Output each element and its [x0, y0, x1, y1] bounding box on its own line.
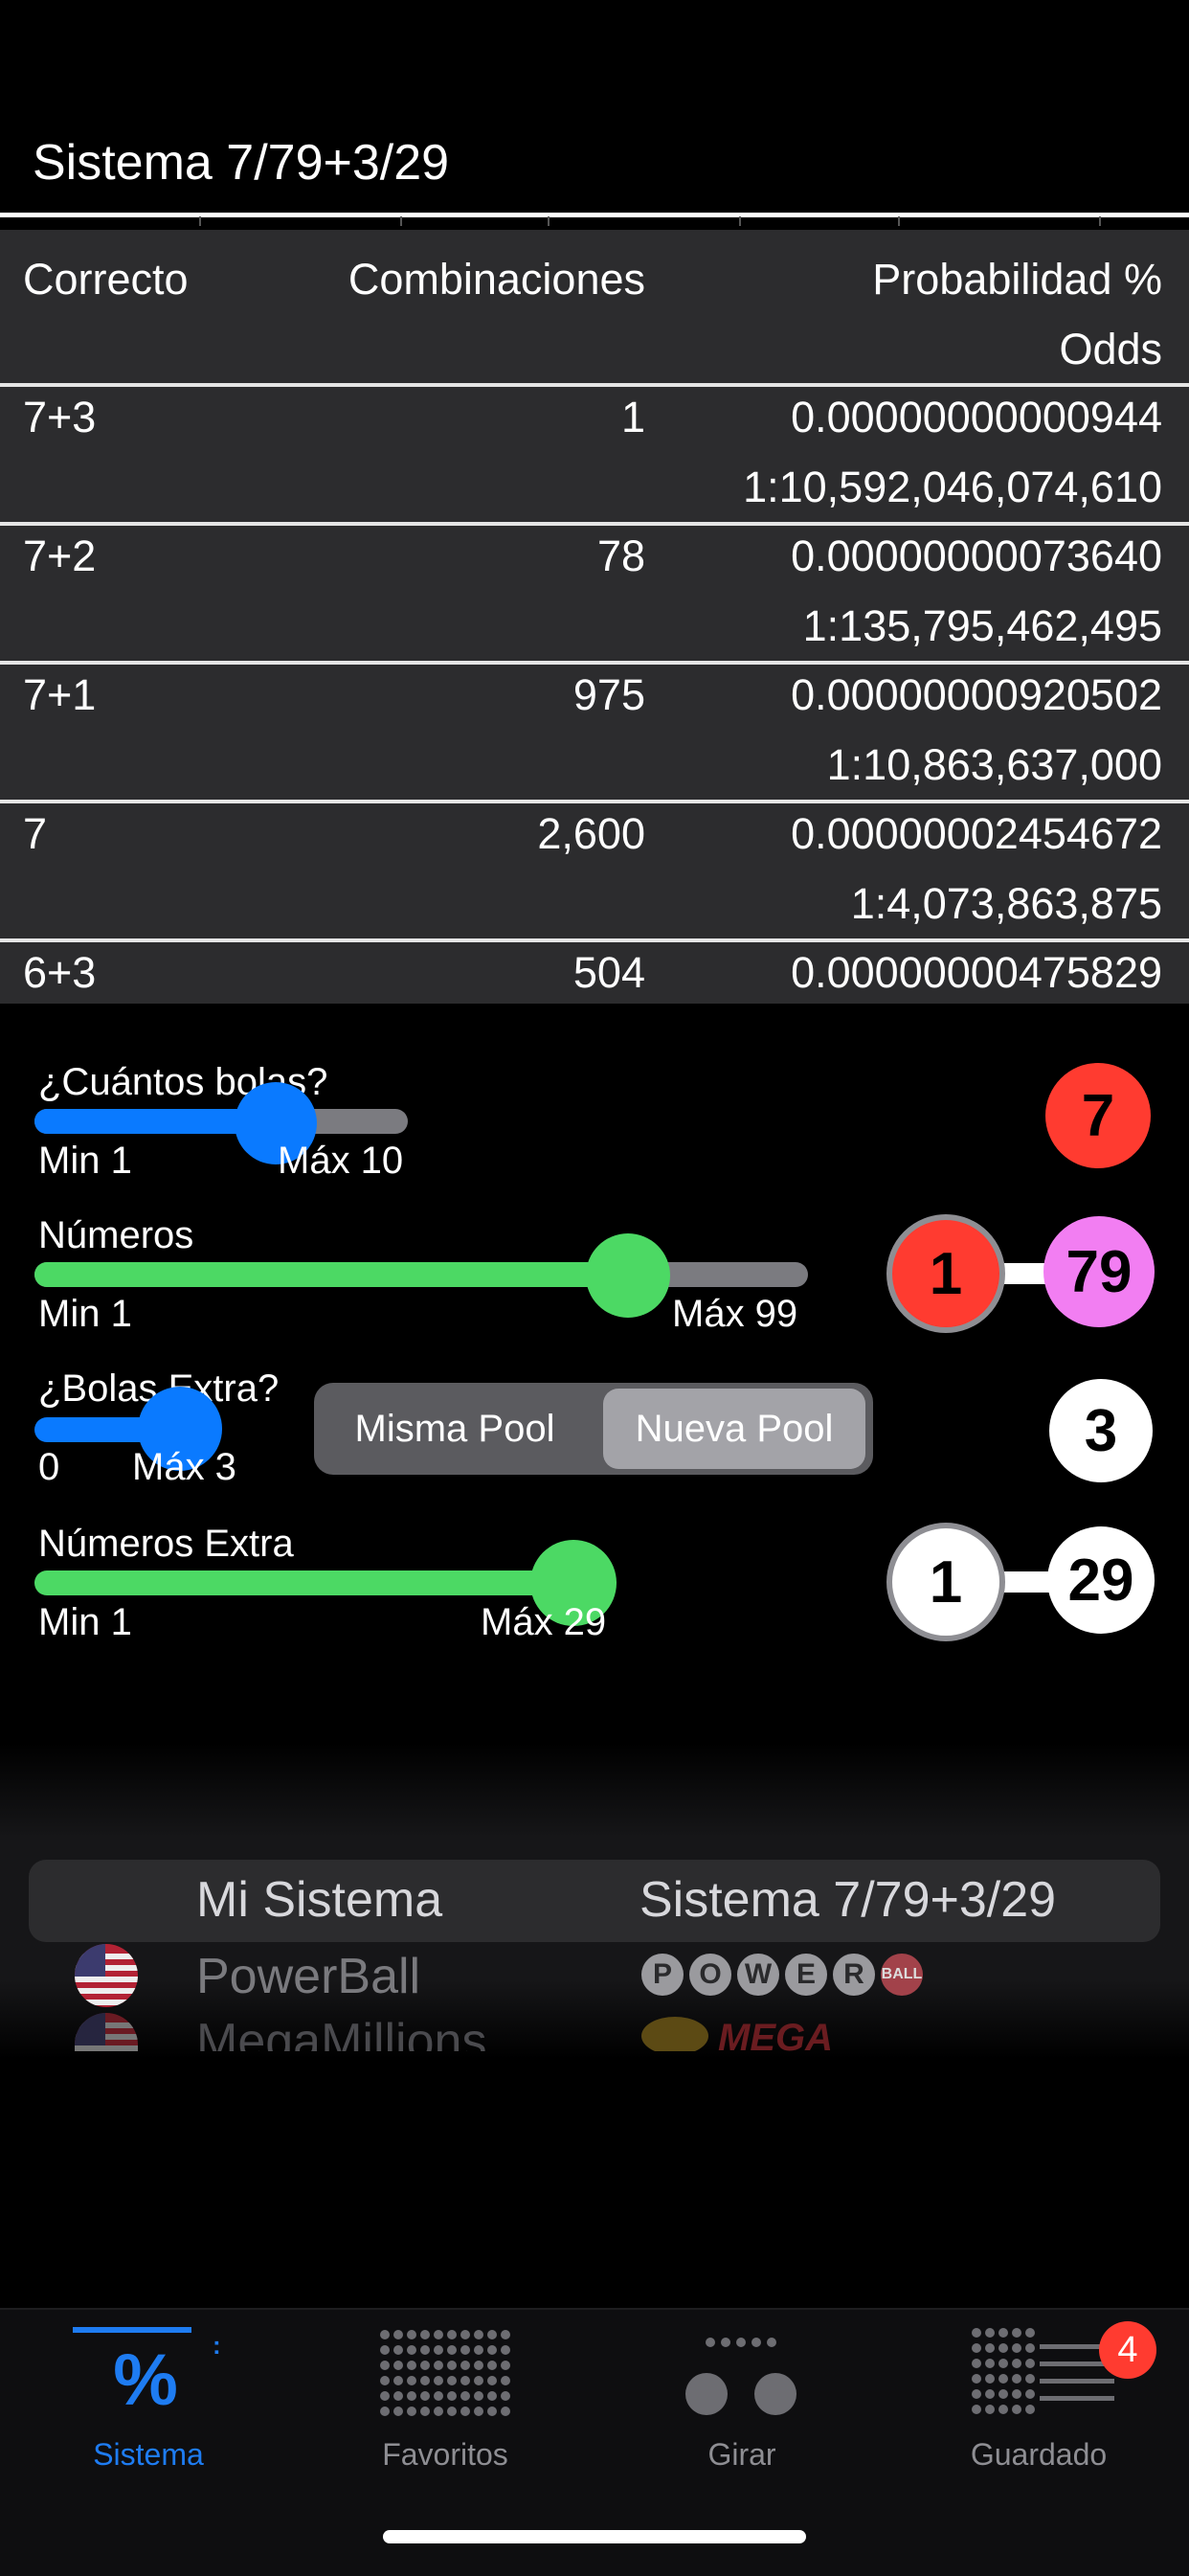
powerball-logo: P O W E R BALL: [641, 1954, 948, 1996]
table-row: 6+3 504 0.00000000475829: [0, 938, 1189, 1004]
extra-numbers-slider-track[interactable]: [34, 1570, 597, 1595]
numbers-slider-min: Min 1: [38, 1293, 132, 1335]
column-header-probability: Probabilidad %: [872, 255, 1162, 304]
segment-new-pool[interactable]: Nueva Pool: [603, 1389, 865, 1469]
cell-correct: 7+1: [23, 670, 97, 719]
cell-odds: 1:135,795,462,495: [802, 601, 1162, 650]
picker-row-clipped[interactable]: MegaMillions: [196, 2013, 579, 2051]
divider-tick: [199, 216, 201, 226]
cell-probability: 0.00000000920502: [791, 670, 1162, 719]
cell-combinations: 504: [572, 948, 645, 997]
table-row: 7+3 1 0.00000000000944 1:10,592,046,074,…: [0, 383, 1189, 523]
us-flag-icon: [75, 1944, 138, 2007]
divider-tick: [548, 216, 550, 226]
megamillions-logo: MEGA: [641, 2017, 948, 2051]
balls-slider-max: Máx 10: [278, 1140, 404, 1182]
table-row: 7+1 975 0.00000000920502 1:10,863,637,00…: [0, 661, 1189, 801]
extra-balls-slider-max: Máx 3: [132, 1446, 236, 1488]
extra-numbers-slider-min: Min 1: [38, 1601, 132, 1643]
megamillions-logo-text: MEGA: [718, 2017, 833, 2051]
picker-row-name[interactable]: Mi Sistema: [196, 1871, 442, 1929]
spin-balls-icon: [685, 2338, 796, 2415]
divider-tick: [1099, 216, 1101, 226]
saved-list-icon: [972, 2328, 1114, 2414]
pool-segmented-control[interactable]: Misma Pool Nueva Pool: [314, 1383, 873, 1475]
column-header-correct: Correcto: [23, 255, 189, 304]
cell-correct: 7+3: [23, 393, 97, 441]
numbers-slider-fill: [34, 1262, 628, 1287]
row-divider: [0, 522, 1189, 526]
home-indicator[interactable]: [383, 2530, 806, 2543]
cell-combinations: 2,600: [537, 809, 645, 858]
column-header-combinations: Combinaciones: [348, 255, 645, 304]
table-row: 7 2,600 0.00000002454672 1:4,073,863,875: [0, 800, 1189, 939]
cell-combinations: 975: [572, 670, 645, 719]
numbers-slider-label: Números: [38, 1214, 194, 1256]
header-divider: [0, 213, 1189, 217]
cell-probability: 0.00000000073640: [791, 531, 1162, 580]
balls-slider-min: Min 1: [38, 1140, 132, 1182]
cell-combinations: 1: [620, 393, 645, 441]
cell-probability: 0.00000002454672: [791, 809, 1162, 858]
numbers-from-ball: 1: [886, 1214, 1005, 1333]
numbers-slider-max: Máx 99: [672, 1293, 798, 1335]
odds-table[interactable]: Correcto Combinaciones Probabilidad % Od…: [0, 230, 1189, 1004]
row-divider: [0, 661, 1189, 665]
saved-count-badge: 4: [1099, 2321, 1156, 2379]
cell-probability: 0.00000000000944: [791, 393, 1162, 441]
balls-count-ball: 7: [1045, 1063, 1151, 1168]
row-divider: [0, 383, 1189, 387]
tab-label: Sistema: [93, 2437, 204, 2472]
divider-tick: [400, 216, 402, 226]
tab-label: Favoritos: [382, 2437, 508, 2472]
cell-correct: 6+3: [23, 948, 97, 997]
cell-odds: 1:10,592,046,074,610: [743, 463, 1162, 511]
cell-odds: 1:4,073,863,875: [850, 879, 1162, 928]
page-title: Sistema 7/79+3/29: [33, 135, 450, 191]
extra-numbers-slider-max: Máx 29: [481, 1601, 607, 1643]
divider-tick: [739, 216, 741, 226]
column-header-odds: Odds: [1059, 325, 1162, 373]
divider-tick: [898, 216, 900, 226]
table-row: 7+2 78 0.00000000073640 1:135,795,462,49…: [0, 522, 1189, 662]
extra-numbers-from-ball: 1: [886, 1523, 1005, 1641]
numbers-to-ball: 79: [1043, 1216, 1155, 1327]
picker-row-name[interactable]: PowerBall: [196, 1948, 420, 2005]
tab-label: Girar: [707, 2437, 776, 2472]
extra-balls-count-ball: 3: [1049, 1379, 1153, 1482]
extra-numbers-slider-label: Números Extra: [38, 1523, 294, 1565]
cell-correct: 7: [23, 809, 48, 858]
tab-label: Guardado: [970, 2437, 1108, 2472]
numbers-slider-thumb[interactable]: [586, 1233, 670, 1318]
row-divider: [0, 938, 1189, 942]
picker-row-name[interactable]: MegaMillions: [196, 2013, 486, 2051]
cell-combinations: 78: [596, 531, 645, 580]
cell-correct: 7+2: [23, 531, 97, 580]
cell-odds: 1:10,863,637,000: [826, 740, 1162, 789]
grid-dots-icon: [380, 2330, 510, 2416]
percent-icon-dots: :: [213, 2331, 221, 2360]
percent-icon: %: [113, 2339, 178, 2421]
tab-girar[interactable]: Girar: [594, 2310, 890, 2501]
extra-numbers-to-ball: 29: [1047, 1526, 1155, 1634]
cell-probability: 0.00000000475829: [791, 948, 1162, 997]
tab-guardado[interactable]: 4 Guardado: [890, 2310, 1187, 2501]
row-divider: [0, 800, 1189, 803]
tab-sistema[interactable]: : % Sistema: [0, 2310, 297, 2501]
percent-icon-bar: [73, 2327, 191, 2333]
picker-row-system[interactable]: Sistema 7/79+3/29: [639, 1871, 1056, 1929]
extra-balls-slider-min: 0: [38, 1446, 60, 1488]
segment-same-pool[interactable]: Misma Pool: [320, 1389, 590, 1469]
tab-favoritos[interactable]: Favoritos: [297, 2310, 594, 2501]
